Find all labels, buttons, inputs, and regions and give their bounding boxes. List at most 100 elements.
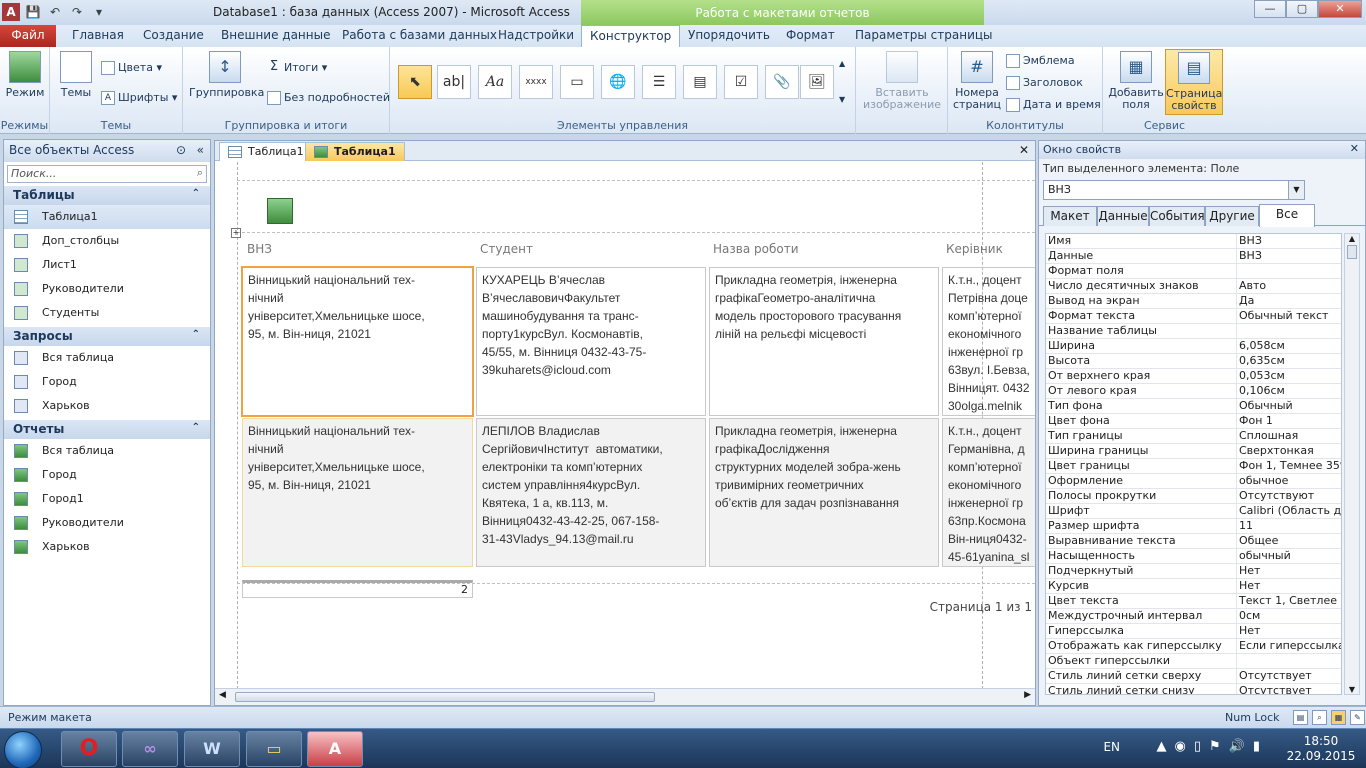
- property-value[interactable]: Да: [1237, 294, 1341, 308]
- device-tray-icon[interactable]: ▯: [1194, 739, 1201, 754]
- tab-format[interactable]: Формат: [778, 25, 843, 47]
- nav-item-report[interactable]: Город: [4, 463, 210, 487]
- redo-icon[interactable]: ↷: [68, 3, 86, 21]
- property-row[interactable]: Тип границы Сплошная: [1046, 429, 1341, 444]
- scroll-left-icon[interactable]: ◀: [219, 690, 226, 700]
- nav-item-report[interactable]: Руководители: [4, 511, 210, 535]
- tab-control-icon[interactable]: ▭: [560, 65, 594, 99]
- tab-create[interactable]: Создание: [135, 25, 212, 47]
- property-row[interactable]: Вывод на экран Да: [1046, 294, 1341, 309]
- word-taskbar-icon[interactable]: W: [184, 731, 240, 767]
- property-row[interactable]: Курсив Нет: [1046, 579, 1341, 594]
- property-sheet-button[interactable]: ▤ Страница свойств: [1165, 49, 1223, 115]
- customize-qat-icon[interactable]: ▾: [90, 3, 108, 21]
- property-value[interactable]: [1237, 654, 1341, 668]
- tab-all[interactable]: Все: [1259, 204, 1315, 227]
- nav-search-input[interactable]: Поиск... ⌕: [7, 165, 207, 183]
- property-value[interactable]: Нет: [1237, 564, 1341, 578]
- property-row[interactable]: Объект гиперссылки: [1046, 654, 1341, 669]
- logo-button[interactable]: Эмблема: [1006, 52, 1075, 70]
- nav-item-table[interactable]: Таблица1: [4, 205, 210, 229]
- nav-section-reports[interactable]: Отчеты ⌃: [4, 420, 210, 439]
- opera-taskbar-icon[interactable]: O: [61, 731, 117, 767]
- nav-item-report[interactable]: Харьков: [4, 535, 210, 559]
- property-row[interactable]: ШрифтCalibri (Область дан: [1046, 504, 1341, 519]
- scroll-down-icon[interactable]: ▼: [1345, 685, 1359, 694]
- navigation-control-icon[interactable]: ☰: [642, 65, 676, 99]
- page-number-text[interactable]: Страница 1 из 1: [930, 600, 1032, 614]
- report-cell[interactable]: КУХАРЕЦЬ В’ячеслав В’ячеславовичФакульте…: [476, 267, 706, 416]
- property-value[interactable]: Отсутствуют: [1237, 489, 1341, 503]
- doc-tab-table1[interactable]: Таблица1: [219, 142, 313, 161]
- dropdown-arrow-icon[interactable]: ▼: [1288, 181, 1304, 199]
- property-row[interactable]: Насыщенность обычный: [1046, 549, 1341, 564]
- nav-item-report[interactable]: Город1: [4, 487, 210, 511]
- doc-tab-report1[interactable]: Таблица1: [305, 142, 405, 161]
- controls-more-icon[interactable]: ▼: [839, 91, 845, 109]
- property-scrollbar[interactable]: ▲ ▼: [1344, 233, 1360, 695]
- nav-item-query[interactable]: Харьков: [4, 394, 210, 418]
- property-value[interactable]: 6,058см: [1237, 339, 1341, 353]
- property-value[interactable]: Нет: [1237, 579, 1341, 593]
- property-row[interactable]: Ширина 6,058см: [1046, 339, 1341, 354]
- nav-section-tables[interactable]: Таблицы ⌃: [4, 186, 210, 205]
- property-row[interactable]: Стиль линий сетки снизу Отсутствует: [1046, 684, 1341, 694]
- themes-button[interactable]: Темы: [58, 51, 94, 99]
- property-value[interactable]: обычное: [1237, 474, 1341, 488]
- property-row[interactable]: От верхнего края 0,053см: [1046, 369, 1341, 384]
- tab-page-setup[interactable]: Параметры страницы: [847, 25, 1001, 47]
- property-row[interactable]: Стиль линий сетки сверху Отсутствует: [1046, 669, 1341, 684]
- tab-arrange[interactable]: Упорядочить: [680, 25, 778, 47]
- tab-other[interactable]: Другие: [1205, 206, 1259, 226]
- colors-button[interactable]: Цвета ▾: [101, 59, 162, 77]
- image-control-icon[interactable]: 🖼: [800, 65, 834, 99]
- report-cell[interactable]: Прикладна геометрія, інженерна графікаГе…: [709, 267, 939, 416]
- property-value[interactable]: Сплошная: [1237, 429, 1341, 443]
- tab-file[interactable]: Файл: [0, 25, 56, 47]
- scroll-right-icon[interactable]: ▶: [1024, 690, 1031, 700]
- start-button[interactable]: [4, 731, 42, 768]
- insert-image-button[interactable]: Вставить изображение: [858, 51, 946, 111]
- app-tray-icon[interactable]: ◉: [1175, 739, 1186, 754]
- design-view-icon[interactable]: ✎: [1350, 710, 1365, 725]
- property-row[interactable]: Формат поля: [1046, 264, 1341, 279]
- access-taskbar-icon[interactable]: A: [307, 731, 363, 767]
- column-header-vnz[interactable]: ВНЗ: [247, 242, 272, 256]
- record-count-box[interactable]: 2: [242, 580, 473, 598]
- nav-item-table[interactable]: Доп_столбцы: [4, 229, 210, 253]
- flag-icon[interactable]: ⚑: [1209, 739, 1221, 754]
- column-header-supervisor[interactable]: Керівник: [946, 242, 1003, 256]
- language-indicator[interactable]: EN: [1103, 740, 1120, 754]
- scroll-thumb[interactable]: [1347, 245, 1357, 259]
- close-property-sheet-icon[interactable]: ✕: [1350, 142, 1359, 155]
- tab-layout[interactable]: Макет: [1043, 206, 1097, 226]
- horizontal-scrollbar[interactable]: ◀ ▶: [215, 688, 1035, 705]
- property-value[interactable]: 0,053см: [1237, 369, 1341, 383]
- tab-external-data[interactable]: Внешние данные: [213, 25, 338, 47]
- property-row[interactable]: Высота 0,635см: [1046, 354, 1341, 369]
- property-row[interactable]: Отображать как гиперссылку Если гиперссыл…: [1046, 639, 1341, 654]
- property-row[interactable]: Полосы прокрутки Отсутствуют: [1046, 489, 1341, 504]
- close-document-icon[interactable]: ✕: [1019, 143, 1029, 157]
- clock[interactable]: 18:50 22.09.2015: [1286, 734, 1356, 764]
- property-value[interactable]: [1237, 324, 1341, 338]
- property-value[interactable]: Calibri (Область дан: [1237, 504, 1341, 518]
- property-value[interactable]: 0,635см: [1237, 354, 1341, 368]
- column-header-title[interactable]: Назва роботи: [713, 242, 799, 256]
- property-row[interactable]: Оформление обычное: [1046, 474, 1341, 489]
- property-row[interactable]: Выравнивание текста Общее: [1046, 534, 1341, 549]
- page-numbers-button[interactable]: # Номера страниц: [952, 51, 1002, 111]
- nav-item-table[interactable]: Лист1: [4, 253, 210, 277]
- property-row[interactable]: Цвет границы Фон 1, Темнее 35%: [1046, 459, 1341, 474]
- tab-database-tools[interactable]: Работа с базами данных: [334, 25, 505, 47]
- property-value[interactable]: ВНЗ: [1237, 249, 1341, 263]
- selection-dropdown[interactable]: ВНЗ ▼: [1043, 180, 1305, 200]
- access-app-icon[interactable]: A: [2, 3, 20, 21]
- property-value[interactable]: 11: [1237, 519, 1341, 533]
- layout-view-icon[interactable]: ▦: [1331, 710, 1346, 725]
- undo-icon[interactable]: ↶: [46, 3, 64, 21]
- report-logo-icon[interactable]: [267, 198, 293, 224]
- textbox-control-icon[interactable]: ab|: [437, 65, 471, 99]
- property-value[interactable]: Сверхтонкая: [1237, 444, 1341, 458]
- property-row[interactable]: Цвет фона Фон 1: [1046, 414, 1341, 429]
